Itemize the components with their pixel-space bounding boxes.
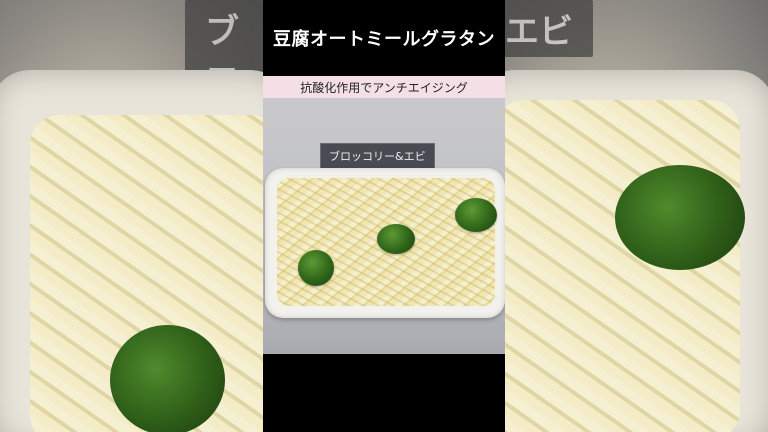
- broccoli-piece: [455, 198, 497, 232]
- video-frame[interactable]: 豆腐オートミールグラタン 抗酸化作用でアンチエイジング ブロッコリー&エビ: [263, 0, 505, 432]
- bottom-bar: [263, 354, 505, 432]
- gratin-dish: [265, 168, 505, 318]
- subtitle-bar: 抗酸化作用でアンチエイジング: [263, 76, 505, 98]
- broccoli-piece: [377, 224, 415, 254]
- backdrop-broccoli-right: [615, 165, 745, 270]
- backdrop-caption-right: エビ: [505, 0, 593, 57]
- food-scene: ブロッコリー&エビ: [263, 98, 505, 354]
- backdrop-broccoli-left: [110, 325, 225, 432]
- broccoli-piece: [298, 250, 334, 286]
- video-subtitle: 抗酸化作用でアンチエイジング: [300, 80, 468, 95]
- video-title: 豆腐オートミールグラタン: [273, 29, 495, 50]
- scene-tag: ブロッコリー&エビ: [320, 143, 435, 169]
- blurred-backdrop-right: エビ: [505, 0, 768, 432]
- title-bar: 豆腐オートミールグラタン: [263, 0, 505, 76]
- blurred-backdrop-left: ブロ: [0, 0, 263, 432]
